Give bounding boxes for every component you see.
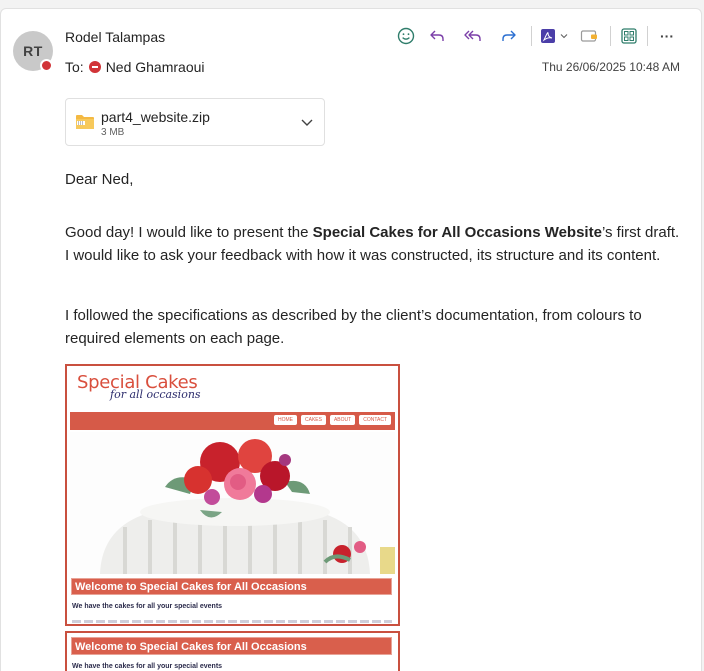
preview-nav-cakes: CAKES [301, 415, 326, 425]
reply-all-icon [464, 30, 481, 41]
preview-logo-subtitle: for all occasions [110, 388, 201, 401]
body-paragraph: Good day! I would like to present the Sp… [65, 221, 680, 267]
preview-nav-about: ABOUT [329, 415, 356, 425]
pdf-options-button[interactable] [536, 24, 572, 48]
recipient-line: To: Ned Ghamraoui [65, 59, 205, 75]
recipient-name[interactable]: Ned Ghamraoui [106, 59, 205, 75]
avatar-initials: RT [23, 43, 43, 59]
attachment-size: 3 MB [101, 127, 125, 138]
preview-body-text-line [72, 620, 392, 623]
preview-nav-bar: HOME CAKES ABOUT CONTACT [70, 412, 395, 430]
message-toolbar: ··· [393, 24, 682, 48]
body-paragraph: I followed the specifications as describ… [65, 307, 642, 347]
presence-busy-icon [40, 59, 53, 72]
apps-button[interactable] [615, 24, 643, 48]
preview-tagline: We have the cakes for all your special e… [72, 603, 223, 610]
preview-tagline: We have the cakes for all your special e… [72, 663, 223, 670]
preview-welcome-banner: Welcome to Special Cakes for All Occasio… [71, 637, 392, 655]
attachment-card[interactable]: part4_website.zip 3 MB [65, 98, 325, 146]
chevron-down-icon[interactable] [299, 114, 315, 130]
cake-illustration [70, 432, 395, 574]
toolbar-divider [647, 26, 648, 46]
immersive-reader-button[interactable] [572, 24, 606, 48]
emoji-react-button[interactable] [393, 24, 419, 48]
more-icon: ··· [660, 28, 674, 44]
toolbar-divider [531, 26, 532, 46]
immersive-reader-icon [580, 30, 597, 42]
reply-icon [430, 30, 444, 41]
preview-nav-home: HOME [274, 415, 298, 425]
emoji-icon [397, 27, 415, 45]
website-preview-image-2[interactable]: Welcome to Special Cakes for All Occasio… [65, 631, 400, 671]
apps-icon [621, 28, 637, 44]
reply-all-button[interactable] [455, 24, 491, 48]
reply-button[interactable] [419, 24, 455, 48]
forward-button[interactable] [491, 24, 527, 48]
chevron-down-icon [560, 34, 567, 39]
email-timestamp: Thu 26/06/2025 10:48 AM [541, 60, 680, 74]
body-text-segment: Good day! I would like to present the [65, 224, 313, 241]
attachment-filename: part4_website.zip [101, 109, 210, 125]
preview-welcome-banner: Welcome to Special Cakes for All Occasio… [71, 578, 392, 595]
pdf-icon [540, 29, 555, 43]
website-name: Special Cakes for All Occasions Website [312, 224, 602, 241]
zip-folder-icon [76, 115, 94, 129]
website-preview-image[interactable]: Special Cakes for all occasions HOME CAK… [65, 364, 400, 626]
window-top-strip [0, 0, 704, 6]
toolbar-divider [610, 26, 611, 46]
forward-icon [502, 30, 516, 41]
preview-cake-image [70, 432, 395, 574]
do-not-disturb-icon [88, 61, 101, 73]
greeting: Dear Ned, [65, 171, 134, 188]
preview-nav-contact: CONTACT [359, 415, 391, 425]
to-label: To: [65, 59, 84, 75]
more-actions-button[interactable]: ··· [652, 24, 682, 48]
sender-name[interactable]: Rodel Talampas [65, 29, 165, 45]
